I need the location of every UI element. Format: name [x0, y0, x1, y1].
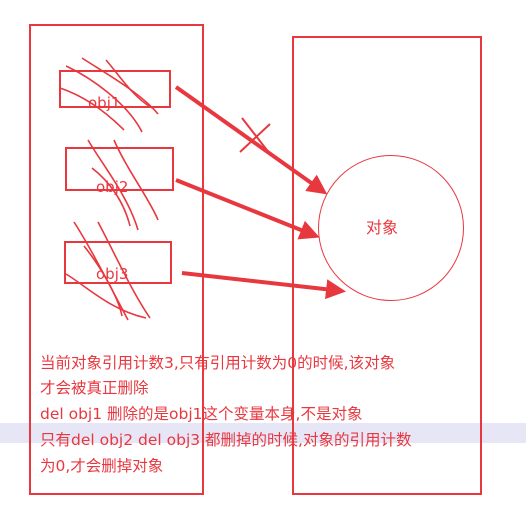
note-line-2: 才会被真正删除 — [40, 379, 149, 397]
arrow-obj1-to-object — [174, 85, 328, 195]
scribble-obj2-icon — [87, 139, 159, 231]
arrow-obj3-to-object — [181, 271, 346, 300]
note-line-1: 当前对象引用计数3,只有引用计数为0的时候,该对象 — [40, 354, 396, 372]
scribble-obj1-icon — [59, 57, 159, 133]
note-line-5: 为0,才会删掉对象 — [40, 457, 164, 475]
arrow-obj2-to-object — [175, 178, 320, 240]
note-line-4: 只有del obj2 del obj3 都删掉的时候,对象的引用计数 — [40, 431, 412, 449]
reference-diagram: obj1 obj2 obj3 对象 当前对象引用计数3,只有引用计数为0的时候,… — [0, 0, 526, 519]
scribble-obj3-icon — [65, 221, 151, 321]
note-line-3: del obj1 删除的是obj1这个变量本身,不是对象 — [40, 405, 363, 423]
